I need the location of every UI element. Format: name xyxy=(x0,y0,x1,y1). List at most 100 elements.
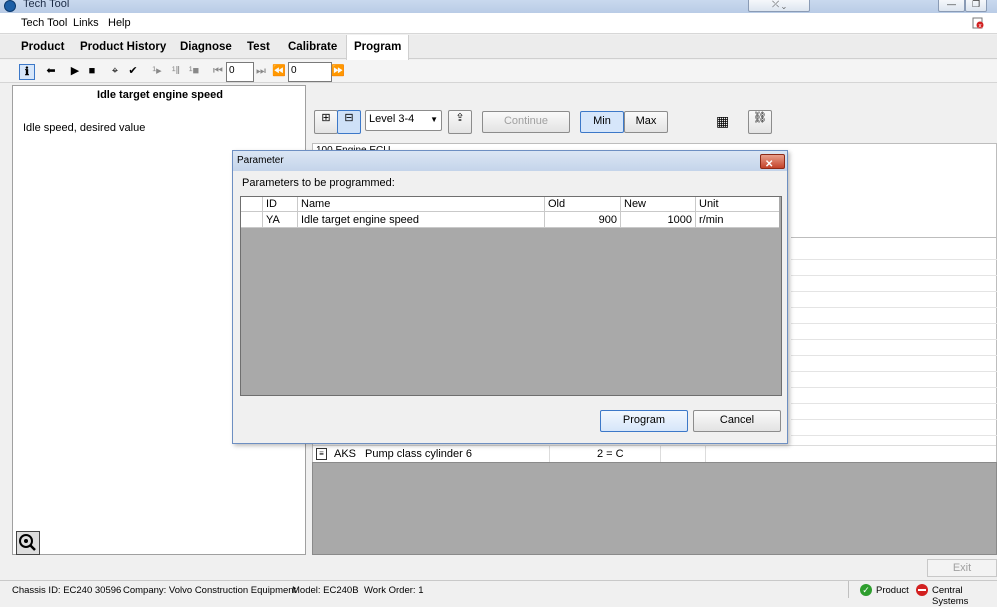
fast-forward-icon[interactable]: ⏩ xyxy=(331,64,345,78)
magnifier-icon xyxy=(19,534,36,551)
continue-button[interactable]: Continue xyxy=(482,111,570,133)
cell-new: 1000 xyxy=(621,212,696,228)
cancel-button[interactable]: Cancel xyxy=(693,410,781,432)
stop-icon[interactable]: ■ xyxy=(85,64,99,78)
row-name: Pump class cylinder 6 xyxy=(365,448,472,460)
checkmark-icon[interactable]: ✔ xyxy=(126,64,140,78)
first-icon[interactable]: ⏮ xyxy=(211,64,225,78)
divider xyxy=(791,339,997,340)
row-selector[interactable] xyxy=(241,212,263,228)
row-id: AKS xyxy=(334,448,357,460)
svg-text:x: x xyxy=(978,23,982,30)
central-systems-status[interactable]: Central Systems xyxy=(932,585,997,607)
step-stop-icon[interactable]: ¹■ xyxy=(187,64,201,78)
max-button[interactable]: Max xyxy=(624,111,668,133)
col-header-unit[interactable]: Unit xyxy=(696,197,779,212)
program-button[interactable]: Program xyxy=(600,410,688,432)
back-icon[interactable]: ⬅ xyxy=(44,64,58,78)
cell-old: 900 xyxy=(545,212,621,228)
divider xyxy=(705,446,706,463)
table-row[interactable]: ≡ AKS Pump class cylinder 6 2 = C xyxy=(313,445,996,463)
toolbar-input-2[interactable]: 0 xyxy=(288,62,332,82)
upload-button[interactable]: ⇪ xyxy=(448,110,472,134)
main-nav: Product Product History Diagnose Test Ca… xyxy=(0,35,997,60)
window-extra-buttons[interactable]: ⤫ ⌄ xyxy=(748,0,810,12)
menu-help[interactable]: Help xyxy=(105,16,134,30)
info-icon[interactable]: ℹ xyxy=(19,64,35,80)
divider xyxy=(791,355,997,356)
divider xyxy=(791,435,997,436)
chevron-down-icon: ⌄ xyxy=(781,0,786,9)
divider xyxy=(791,307,997,308)
divider xyxy=(791,259,997,260)
step-pause-icon[interactable]: ¹‖ xyxy=(169,64,183,78)
expand-tree-button[interactable]: ⊞ xyxy=(314,110,338,134)
minimize-button[interactable]: — xyxy=(938,0,965,12)
menu-links[interactable]: Links xyxy=(70,16,102,30)
divider xyxy=(791,403,997,404)
menu-tech-tool[interactable]: Tech Tool xyxy=(18,16,70,30)
divider xyxy=(791,275,997,276)
divider xyxy=(791,323,997,324)
view-icon[interactable]: ⌖ xyxy=(108,64,122,78)
parameter-description: Idle speed, desired value xyxy=(23,122,146,134)
dialog-title: Parameter xyxy=(237,155,284,166)
table-icon[interactable]: ▦ xyxy=(716,113,729,130)
title-bar: Tech Tool ⤫ ⌄ — ❐ xyxy=(0,0,997,13)
menu-bar: Tech Tool Links Help x xyxy=(0,13,997,34)
level-select[interactable]: Level 3-4 ▼ xyxy=(365,110,442,131)
divider xyxy=(791,371,997,372)
company: Company: Volvo Construction Equipment xyxy=(123,585,297,596)
toolbar: ℹ ⬅ ▶ ■ ⌖ ✔ ¹▸ ¹‖ ¹■ ⏮ 0 ⏭ ⏪ 0 ⏩ xyxy=(0,60,997,83)
col-header-id[interactable]: ID xyxy=(263,197,298,212)
report-error-icon[interactable]: x xyxy=(972,17,984,30)
app-logo-icon xyxy=(4,0,16,12)
col-header-new[interactable]: New xyxy=(621,197,696,212)
link-icon: ⛓ xyxy=(753,112,767,124)
status-ok-icon: ✓ xyxy=(860,584,872,596)
status-error-icon xyxy=(916,584,928,596)
tab-program[interactable]: Program xyxy=(346,35,410,60)
tab-test[interactable]: Test xyxy=(240,35,277,59)
link-button[interactable]: ⛓ xyxy=(748,110,772,134)
divider xyxy=(660,446,661,463)
zoom-button[interactable] xyxy=(16,531,40,555)
maximize-button[interactable]: ❐ xyxy=(965,0,987,12)
collapse-tree-button[interactable]: ⊟ xyxy=(337,110,361,134)
parameter-grid: ID Name Old New Unit YA Idle target engi… xyxy=(240,196,782,396)
cell-unit: r/min xyxy=(696,212,779,228)
tree-expand-icon: ⊞ xyxy=(321,112,331,124)
divider xyxy=(791,237,997,238)
status-bar: Chassis ID: EC240 30596 Company: Volvo C… xyxy=(0,580,997,607)
divider xyxy=(791,387,997,388)
empty-area xyxy=(312,462,997,555)
level-select-value: Level 3-4 xyxy=(369,113,415,125)
tab-product-history[interactable]: Product History xyxy=(73,35,173,59)
model: Model: EC240B xyxy=(292,585,359,596)
chassis-id: Chassis ID: EC240 30596 xyxy=(12,585,122,596)
dialog-close-button[interactable]: ✕ xyxy=(760,154,785,170)
dialog-subtitle: Parameters to be programmed: xyxy=(242,177,395,189)
divider xyxy=(848,581,849,598)
toolbar-input-1[interactable]: 0 xyxy=(226,62,254,82)
col-header-name[interactable]: Name xyxy=(298,197,545,212)
exit-button[interactable]: Exit xyxy=(927,559,997,577)
rewind-icon[interactable]: ⏪ xyxy=(272,64,286,78)
next-icon[interactable]: ⏭ xyxy=(254,64,268,78)
parameter-icon: ≡ xyxy=(316,448,327,460)
chevron-down-icon: ▼ xyxy=(430,115,438,124)
tab-product[interactable]: Product xyxy=(14,35,71,59)
parameter-dialog: Parameter ✕ Parameters to be programmed:… xyxy=(232,150,788,444)
window-title: Tech Tool xyxy=(23,0,70,10)
play-icon[interactable]: ▶ xyxy=(68,64,82,78)
col-header-old[interactable]: Old xyxy=(545,197,621,212)
parameter-title: Idle target engine speed xyxy=(97,89,223,101)
min-button[interactable]: Min xyxy=(580,111,624,133)
tab-calibrate[interactable]: Calibrate xyxy=(281,35,344,59)
step-icon[interactable]: ¹▸ xyxy=(150,64,164,78)
tab-diagnose[interactable]: Diagnose xyxy=(173,35,239,59)
row-header-corner xyxy=(241,197,263,212)
product-status[interactable]: Product xyxy=(876,585,909,596)
cell-name: Idle target engine speed xyxy=(298,212,545,228)
upload-icon: ⇪ xyxy=(455,112,465,124)
